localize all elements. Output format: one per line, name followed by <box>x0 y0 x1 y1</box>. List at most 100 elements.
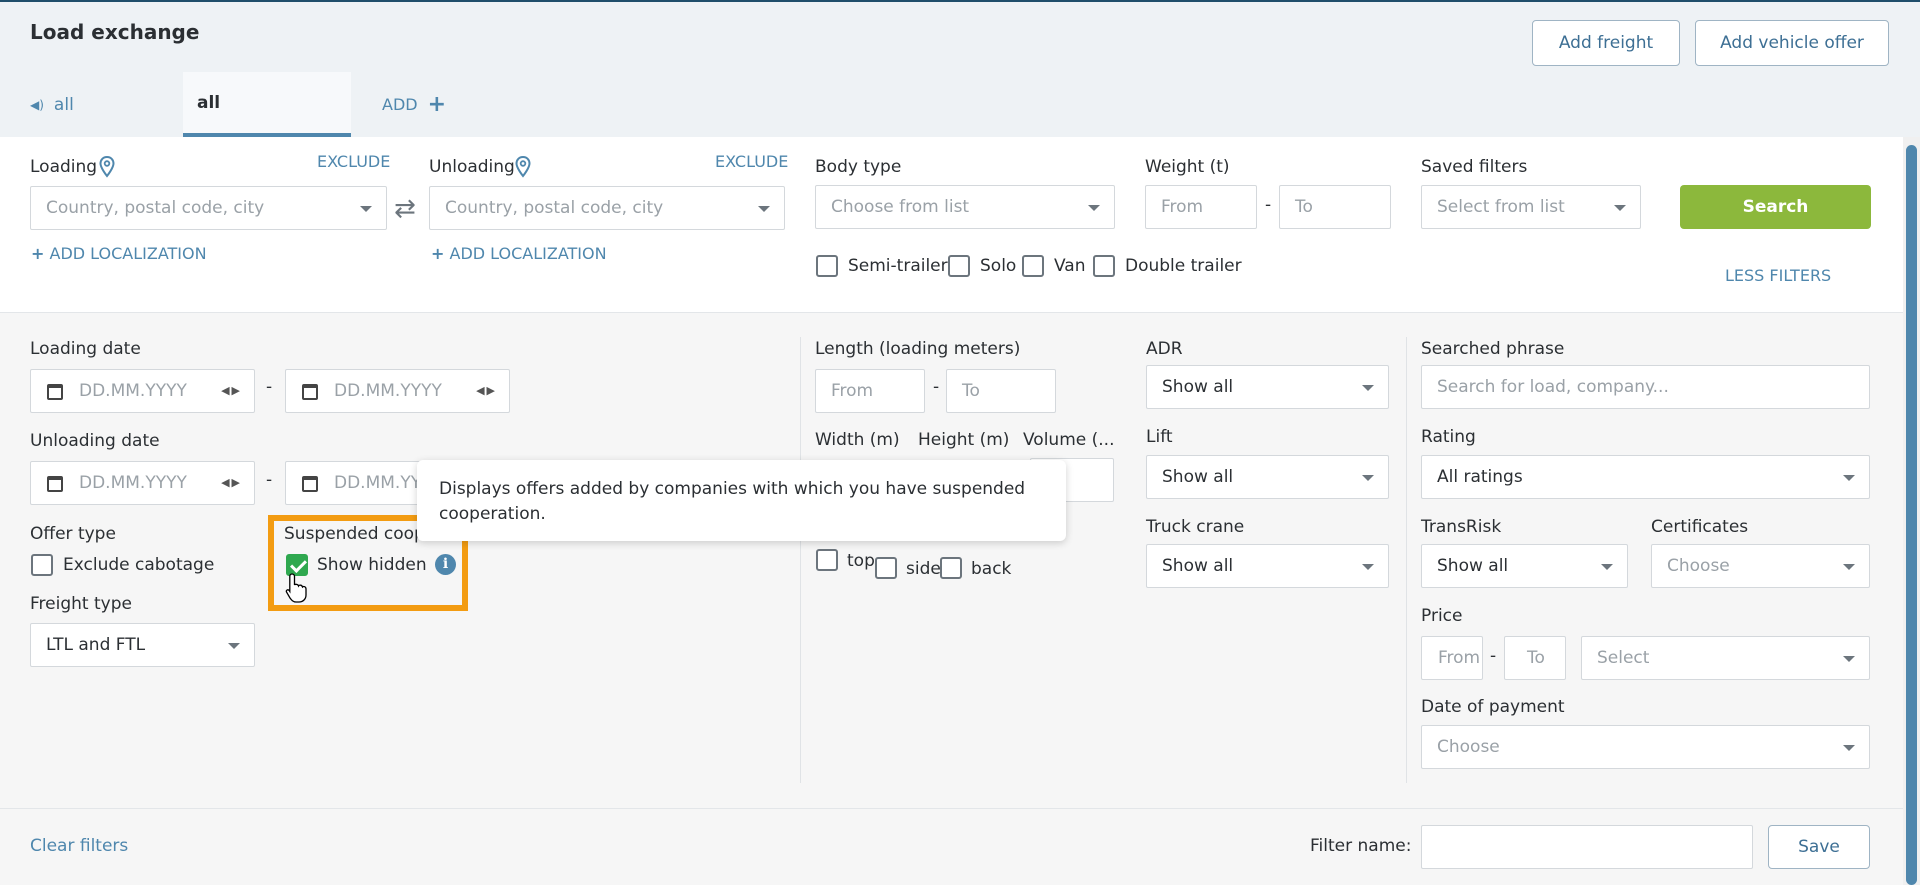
lift-select[interactable]: Show all <box>1146 455 1389 499</box>
tab-label: all <box>53 94 74 115</box>
loading-exclude-link[interactable]: EXCLUDE <box>317 152 390 171</box>
range-dash: - <box>266 377 273 397</box>
truck-crane-select[interactable]: Show all <box>1146 544 1389 588</box>
currency-select[interactable]: Select <box>1581 636 1870 680</box>
chevron-down-icon <box>228 643 240 649</box>
to-placeholder: To <box>1295 197 1313 217</box>
saved-filters-label: Saved filters <box>1421 157 1528 177</box>
unloading-label: Unloading <box>429 157 515 177</box>
certificates-placeholder: Choose <box>1667 556 1730 576</box>
body-type-select[interactable]: Choose from list <box>815 185 1115 229</box>
saved-filters-placeholder: Select from list <box>1437 197 1565 217</box>
unloading-date-from-input[interactable]: DD.MM.YYYY ◀▶ <box>30 461 255 505</box>
loading-side-checkbox[interactable] <box>875 557 897 579</box>
double-trailer-checkbox[interactable] <box>1093 255 1115 277</box>
certificates-label: Certificates <box>1651 517 1749 537</box>
loading-date-label: Loading date <box>30 339 141 359</box>
chevron-down-icon <box>1843 745 1855 751</box>
add-localization-label: ADD LOCALIZATION <box>449 244 607 263</box>
adr-value: Show all <box>1162 377 1234 397</box>
date-of-payment-select[interactable]: Choose <box>1421 725 1870 769</box>
adr-label: ADR <box>1146 339 1183 359</box>
date-placeholder: DD.MM.YYYY <box>79 473 187 493</box>
freight-type-select[interactable]: LTL and FTL <box>30 623 255 667</box>
loading-date-to-input[interactable]: DD.MM.YYYY ◀▶ <box>285 369 510 413</box>
weight-from-input[interactable]: From <box>1145 185 1257 229</box>
tab-add[interactable]: ADD + <box>382 72 462 137</box>
date-arrows-icon[interactable]: ◀▶ <box>221 476 242 489</box>
date-arrows-icon[interactable]: ◀▶ <box>221 384 242 397</box>
length-from-input[interactable]: From <box>815 369 925 413</box>
semi-trailer-checkbox[interactable] <box>816 255 838 277</box>
loading-back-checkbox[interactable] <box>940 557 962 579</box>
freight-type-label: Freight type <box>30 594 132 614</box>
date-arrows-icon[interactable]: ◀▶ <box>476 384 497 397</box>
unloading-location-input[interactable]: Country, postal code, city <box>429 186 785 230</box>
exclude-cabotage-label: Exclude cabotage <box>63 555 215 575</box>
adr-select[interactable]: Show all <box>1146 365 1389 409</box>
tab-all-muted[interactable]: ◀) all <box>30 72 180 137</box>
filter-name-input[interactable] <box>1421 825 1753 869</box>
load-exchange-app: Load exchange Add freight Add vehicle of… <box>0 0 1920 885</box>
length-to-input[interactable]: To <box>946 369 1056 413</box>
filter-name-label: Filter name: <box>1310 836 1412 856</box>
loading-top-checkbox[interactable] <box>816 549 838 571</box>
date-placeholder: DD.MM.YYYY <box>334 381 442 401</box>
add-vehicle-offer-button[interactable]: Add vehicle offer <box>1695 20 1889 66</box>
transrisk-value: Show all <box>1437 556 1509 576</box>
semi-trailer-label: Semi-trailer <box>848 256 948 276</box>
range-dash: - <box>1265 195 1272 215</box>
searched-phrase-input[interactable]: Search for load, company... <box>1421 365 1870 409</box>
swap-icon[interactable]: ⇄ <box>394 194 416 224</box>
date-placeholder: DD.MM.YYYY <box>79 381 187 401</box>
to-placeholder: To <box>1527 648 1545 668</box>
from-placeholder: From <box>1438 648 1481 668</box>
truck-crane-value: Show all <box>1162 556 1234 576</box>
speaker-icon: ◀) <box>30 97 44 112</box>
chevron-down-icon <box>1843 656 1855 662</box>
chevron-down-icon <box>1843 564 1855 570</box>
weight-label: Weight (t) <box>1145 157 1230 177</box>
clear-filters-link[interactable]: Clear filters <box>30 836 128 856</box>
add-freight-button[interactable]: Add freight <box>1532 20 1680 66</box>
save-filter-button[interactable]: Save <box>1768 825 1870 869</box>
van-checkbox[interactable] <box>1022 255 1044 277</box>
range-dash: - <box>1490 646 1497 666</box>
price-to-input[interactable]: To <box>1504 636 1566 680</box>
certificates-select[interactable]: Choose <box>1651 544 1870 588</box>
height-label: Height (m) <box>918 430 1010 450</box>
loading-location-placeholder: Country, postal code, city <box>46 198 265 218</box>
search-button[interactable]: Search <box>1680 185 1871 229</box>
rating-label: Rating <box>1421 427 1476 447</box>
price-label: Price <box>1421 606 1463 626</box>
weight-to-input[interactable]: To <box>1279 185 1391 229</box>
transrisk-select[interactable]: Show all <box>1421 544 1628 588</box>
tab-add-label: ADD <box>382 95 418 114</box>
exclude-cabotage-checkbox[interactable] <box>31 554 53 576</box>
chevron-down-icon <box>1362 475 1374 481</box>
searched-phrase-label: Searched phrase <box>1421 339 1565 359</box>
from-placeholder: From <box>1161 197 1204 217</box>
less-filters-link[interactable]: LESS FILTERS <box>1725 266 1831 285</box>
calendar-icon <box>47 476 63 492</box>
unloading-add-localization-link[interactable]: + ADD LOCALIZATION <box>431 244 607 263</box>
loading-location-input[interactable]: Country, postal code, city <box>30 186 387 230</box>
volume-label: Volume (... <box>1023 430 1115 450</box>
add-localization-label: ADD LOCALIZATION <box>49 244 207 263</box>
saved-filters-select[interactable]: Select from list <box>1421 185 1641 229</box>
chevron-down-icon <box>1362 564 1374 570</box>
scrollbar-thumb[interactable] <box>1906 145 1917 885</box>
column-divider <box>800 337 801 783</box>
chevron-down-icon <box>1614 205 1626 211</box>
rating-select[interactable]: All ratings <box>1421 455 1870 499</box>
plus-icon: + <box>31 244 45 263</box>
tab-all-active[interactable]: all <box>183 72 351 137</box>
suspended-cooperation-tooltip: Displays offers added by companies with … <box>417 460 1066 541</box>
loading-add-localization-link[interactable]: + ADD LOCALIZATION <box>31 244 207 263</box>
loading-date-from-input[interactable]: DD.MM.YYYY ◀▶ <box>30 369 255 413</box>
price-from-input[interactable]: From <box>1421 636 1483 680</box>
plus-icon: + <box>427 92 447 117</box>
plus-icon: + <box>431 244 445 263</box>
solo-checkbox[interactable] <box>948 255 970 277</box>
unloading-exclude-link[interactable]: EXCLUDE <box>715 152 788 171</box>
